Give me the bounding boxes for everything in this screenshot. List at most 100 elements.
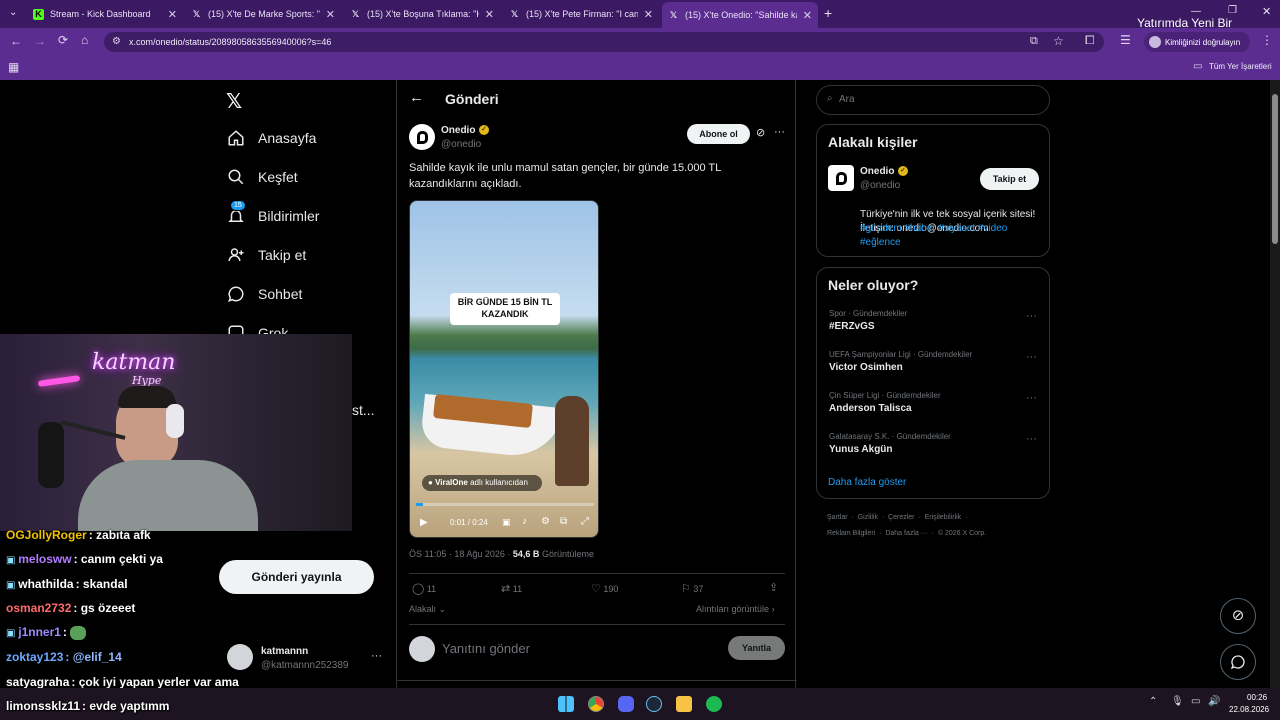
back-arrow-icon[interactable]: ← — [10, 34, 22, 48]
trend-item[interactable]: Spor · Gündemdekiler #ERZvGS — [829, 309, 1039, 332]
nav-explore[interactable]: Keşfet — [226, 162, 298, 192]
nav-chat[interactable]: Sohbet — [226, 279, 302, 309]
steam-icon[interactable] — [646, 696, 662, 712]
subscribe-button[interactable]: Abone ol — [687, 124, 750, 144]
forward-arrow-icon[interactable]: → — [34, 34, 46, 48]
close-window-button[interactable]: ✕ — [1262, 5, 1271, 18]
close-tab-icon[interactable]: ✕ — [644, 8, 653, 21]
reply-input[interactable]: Yanıtını gönder — [442, 641, 530, 656]
close-tab-icon[interactable]: ✕ — [326, 8, 335, 21]
tab-list-chevron-icon[interactable]: ⌄ — [9, 7, 17, 18]
related-avatar[interactable] — [828, 165, 854, 191]
profile-verify-button[interactable]: Kimliğinizi doğrulayın — [1144, 32, 1250, 52]
volume-icon[interactable]: ♪ — [522, 516, 527, 527]
person-silhouette — [555, 396, 589, 486]
extensions-icon[interactable]: ⧠ — [1085, 33, 1095, 48]
clock-date[interactable]: 22.08.2026 — [1229, 705, 1269, 714]
file-explorer-icon[interactable] — [676, 696, 692, 712]
fullscreen-icon[interactable]: ⤢ — [581, 516, 589, 527]
all-bookmarks-link[interactable]: Tüm Yer İşaretleri — [1209, 62, 1272, 71]
post-timestamp[interactable]: ÖS 11:05 · 18 Ağu 2026 · — [409, 549, 513, 559]
discord-icon[interactable] — [618, 696, 634, 712]
chrome-icon[interactable] — [588, 696, 604, 712]
page-scrollbar[interactable] — [1270, 80, 1280, 688]
nav-notifications[interactable]: 15 Bildirimler — [226, 200, 319, 231]
more-dots-icon[interactable]: ··· — [1026, 310, 1037, 322]
settings-gear-icon[interactable]: ⚙ — [541, 516, 550, 527]
bookmark-action[interactable]: ⚐ 37 — [681, 582, 703, 595]
maximize-button[interactable]: ❐ — [1228, 5, 1237, 16]
related-hashtags[interactable]: #gündem #haber #siyaset #video #eğlence — [860, 222, 1040, 250]
more-dots-icon[interactable]: ··· — [774, 126, 785, 138]
tab-x-bosuna[interactable]: 𝕏 (15) X'te Boşuna Tıklama: "Hilm✕ — [344, 3, 500, 25]
browser-menu-icon[interactable]: ⋮ — [1261, 33, 1273, 47]
follow-button[interactable]: Takip et — [980, 168, 1039, 190]
reload-icon[interactable]: ⟳ — [58, 33, 68, 47]
trend-item[interactable]: UEFA Şampiyonlar Ligi · Gündemdekiler Vic… — [829, 350, 1039, 373]
new-tab-button[interactable]: + — [824, 5, 832, 21]
bookmark-star-icon[interactable]: ☆ — [1053, 34, 1064, 48]
divider — [409, 573, 785, 574]
relevance-dropdown[interactable]: Alakalı ⌄ — [409, 604, 446, 615]
close-tab-icon[interactable]: ✕ — [168, 8, 177, 21]
author-avatar[interactable] — [409, 124, 435, 150]
tray-chevron-icon[interactable]: ⌃ — [1149, 696, 1157, 707]
site-info-icon[interactable]: ⚙ — [112, 36, 121, 47]
close-tab-icon[interactable]: ✕ — [803, 9, 812, 22]
x-logo-icon[interactable]: 𝕏 — [226, 89, 242, 114]
play-icon[interactable]: ▶ — [420, 517, 428, 528]
url-omnibox[interactable]: ⚙ x.com/onedio/status/208980586355694000… — [104, 32, 1104, 52]
reply-button[interactable]: Yanıtla — [728, 636, 785, 660]
show-more-link[interactable]: Daha fazla göster — [828, 477, 906, 488]
chat-message: osman2732: gs özeeet — [6, 601, 135, 615]
tab-x-demarke[interactable]: 𝕏 (15) X'te De Marke Sports: "Emr✕ — [185, 3, 341, 25]
video-player[interactable]: BİR GÜNDE 15 BİN TL KAZANDIK ● ViralOne … — [409, 200, 599, 538]
reading-list-icon[interactable]: ☰ — [1120, 33, 1131, 47]
author-name[interactable]: Onedio — [441, 125, 475, 136]
more-dots-icon[interactable]: ··· — [371, 650, 382, 662]
footer-links[interactable]: Şartlar · Gizlilik · Çerezler · Erişileb… — [827, 514, 967, 521]
windows-start-icon[interactable] — [558, 696, 574, 712]
messages-floating-button[interactable] — [1220, 644, 1256, 680]
neon-light — [37, 375, 81, 387]
tab-x-pete-firman[interactable]: 𝕏 (15) X'te Pete Firman: "I can ma✕ — [503, 3, 659, 25]
trend-item[interactable]: Galatasaray S.K. · Gündemdekiler Yunus Ak… — [829, 432, 1039, 455]
pip-icon[interactable]: ⧉ — [560, 516, 567, 527]
tab-kick-dashboard[interactable]: K Stream - Kick Dashboard ✕ — [27, 3, 183, 25]
account-switcher[interactable]: katmannn @katmannn252389 ··· — [226, 641, 386, 675]
related-name[interactable]: Onedio — [860, 166, 894, 177]
minimize-button[interactable]: — — [1191, 6, 1201, 17]
grok-floating-button[interactable]: ⊘ — [1220, 598, 1256, 634]
more-dots-icon[interactable]: ··· — [1026, 433, 1037, 445]
more-dots-icon[interactable]: ··· — [1026, 351, 1037, 363]
share-icon[interactable]: ⇪ — [769, 581, 778, 594]
video-progress-track[interactable] — [416, 503, 594, 506]
nav-home[interactable]: Anasayfa — [226, 123, 316, 153]
nav-follow[interactable]: Takip et — [226, 240, 306, 270]
back-arrow-icon[interactable]: ← — [409, 89, 424, 106]
clock-time[interactable]: 00:26 — [1247, 693, 1267, 702]
captions-icon[interactable]: ▣ — [502, 517, 511, 528]
display-icon[interactable]: ▭ — [1191, 696, 1200, 707]
home-button-icon[interactable]: ⌂ — [81, 33, 88, 47]
grok-explain-icon[interactable]: ⊘ — [756, 126, 765, 139]
footer-links-2[interactable]: Reklam Bilgileri · Daha fazla ··· · © 20… — [827, 530, 986, 537]
close-tab-icon[interactable]: ✕ — [485, 8, 494, 21]
apps-grid-icon[interactable]: ▦ — [8, 60, 19, 74]
spotify-icon[interactable] — [706, 696, 722, 712]
trend-item[interactable]: Çin Süper Ligi · Gündemdekiler Anderson T… — [829, 391, 1039, 414]
microphone-icon[interactable]: 🎙 — [1171, 696, 1184, 707]
repost-action[interactable]: ⇄ 11 — [501, 582, 522, 595]
install-app-icon[interactable]: ⧉ — [1030, 35, 1038, 48]
post-button[interactable]: Gönderi yayınla — [219, 560, 374, 594]
volume-icon[interactable]: 🔊 — [1208, 696, 1220, 707]
chat-text: : zabıta afk — [88, 528, 151, 542]
tab-x-onedio[interactable]: 𝕏 (15) X'te Onedio: "Sahilde kayık✕ — [662, 2, 818, 28]
reply-action[interactable]: ◯ 11 — [412, 582, 436, 595]
like-action[interactable]: ♡ 190 — [591, 582, 618, 595]
scrollbar-thumb[interactable] — [1272, 94, 1278, 244]
view-quotes-link[interactable]: Alıntıları görüntüle › — [696, 604, 775, 614]
nav-partial-label: st... — [352, 402, 375, 418]
more-dots-icon[interactable]: ··· — [1026, 392, 1037, 404]
search-box[interactable]: ⌕ Ara — [816, 85, 1050, 115]
